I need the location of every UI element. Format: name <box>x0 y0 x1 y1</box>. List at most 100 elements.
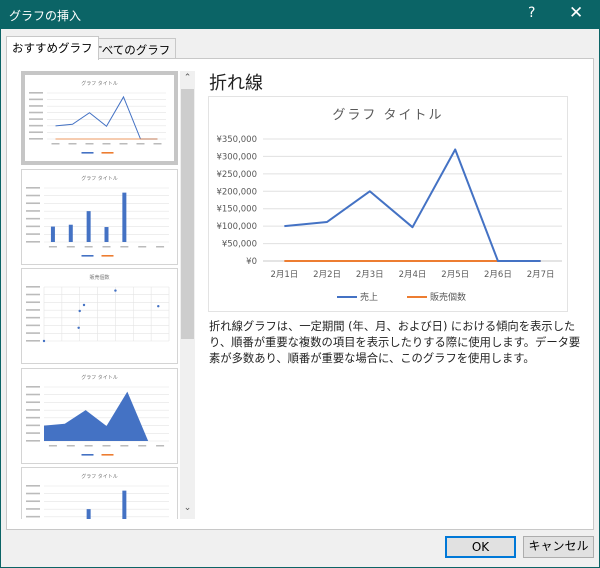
thumb-x-label <box>84 246 93 248</box>
thumb-bar <box>104 227 109 242</box>
thumb-bar <box>68 224 73 242</box>
thumb-tick-label <box>26 241 40 243</box>
tab-panel: グラフ タイトル グラフ タイトル 販売個数 グラフ タイトル グラフ タイトル ⌃ ⌄… <box>6 58 594 530</box>
chart-thumbnail-line[interactable]: グラフ タイトル <box>21 71 178 165</box>
thumb-bar <box>86 211 91 242</box>
chart-title: グラフ タイトル <box>332 108 443 123</box>
thumbnail-chart: グラフ タイトル <box>26 473 169 519</box>
thumb-tick-label <box>26 194 40 197</box>
y-tick-label: ¥150,000 <box>216 205 257 215</box>
thumb-tick-label <box>26 515 40 518</box>
thumb-x-label <box>156 445 165 447</box>
thumb-tick-label <box>26 332 40 334</box>
scroll-down-button[interactable]: ⌄ <box>180 503 195 519</box>
y-tick-label: ¥200,000 <box>216 187 257 197</box>
thumb-bar <box>122 490 127 519</box>
thumb-tick-label <box>26 401 40 404</box>
x-tick-label: 2月6日 <box>484 270 512 280</box>
thumb-x-label <box>156 246 165 248</box>
thumb-legend <box>81 255 94 257</box>
y-tick-label: ¥100,000 <box>216 222 257 232</box>
thumbnail-title: 販売個数 <box>89 274 109 281</box>
series-line-0 <box>284 148 541 262</box>
x-tick-label: 2月5日 <box>441 270 469 280</box>
close-button[interactable]: ✕ <box>569 3 583 23</box>
y-tick-label: ¥300,000 <box>216 152 257 162</box>
thumb-tick-label <box>26 286 40 288</box>
thumb-tick-label <box>29 105 43 107</box>
scrollbar[interactable]: ⌃ ⌄ <box>180 71 195 519</box>
thumb-x-label <box>120 246 129 248</box>
thumb-tick-label <box>26 424 40 427</box>
thumb-x-label <box>48 246 57 248</box>
help-button[interactable]: ? <box>528 5 535 21</box>
thumb-x-label <box>138 445 147 447</box>
thumb-legend <box>81 152 94 154</box>
scrollbar-thumb[interactable] <box>181 89 194 339</box>
x-tick-label: 2月4日 <box>399 270 427 280</box>
thumb-tick-label <box>26 202 40 205</box>
y-tick-label: ¥50,000 <box>222 240 257 250</box>
thumb-x-label <box>153 143 162 145</box>
thumbnail-chart: グラフ タイトル <box>26 374 169 456</box>
thumbnail-title: グラフ タイトル <box>81 80 118 87</box>
tab-recommended[interactable]: おすすめグラフ <box>6 36 99 60</box>
thumb-tick-label <box>29 111 43 114</box>
thumb-legend <box>101 454 114 456</box>
chart-thumbnail-area[interactable]: グラフ タイトル <box>21 368 178 464</box>
title-bar: グラフの挿入 ? ✕ <box>0 0 600 29</box>
thumb-legend <box>101 152 114 154</box>
thumb-tick-label <box>29 98 43 101</box>
chart-type-heading: 折れ線 <box>209 73 263 94</box>
chart-thumbnail-scatter[interactable]: 販売個数 <box>21 268 178 364</box>
thumb-tick-label <box>29 92 43 94</box>
thumb-bar <box>122 192 127 242</box>
y-tick-label: ¥0 <box>246 257 257 267</box>
thumb-tick-label <box>26 293 40 296</box>
thumbnail-chart: グラフ タイトル <box>26 175 169 257</box>
thumb-tick-label <box>26 225 40 228</box>
thumb-x-label <box>120 445 129 447</box>
thumb-x-label <box>102 246 111 248</box>
cancel-button[interactable]: キャンセル <box>523 536 594 558</box>
thumb-tick-label <box>29 138 43 140</box>
thumb-x-label <box>68 143 77 145</box>
thumbnail-chart: グラフ タイトル <box>29 80 166 154</box>
thumb-x-label <box>48 445 57 447</box>
x-tick-label: 2月1日 <box>270 270 298 280</box>
chart-preview: グラフ タイトル ¥0 ¥50,000 ¥100,000 ¥150,000 ¥200,00… <box>208 96 568 312</box>
chart-thumbnail-column[interactable]: グラフ タイトル <box>21 467 178 519</box>
thumb-tick-label <box>26 217 40 220</box>
legend-label: 販売個数 <box>430 291 466 303</box>
thumb-tick-label <box>26 492 40 495</box>
thumb-tick-label <box>26 432 40 434</box>
thumb-tick-label <box>26 409 40 411</box>
x-tick-label: 2月2日 <box>313 270 341 280</box>
thumb-tick-label <box>29 124 43 127</box>
thumb-x-label <box>119 143 128 145</box>
thumb-tick-label <box>26 500 40 503</box>
thumb-tick-label <box>26 508 40 510</box>
y-tick-label: ¥250,000 <box>216 170 257 180</box>
scroll-up-button[interactable]: ⌃ <box>180 73 195 89</box>
x-tick-label: 2月3日 <box>356 270 384 280</box>
thumb-area <box>44 391 169 441</box>
thumb-tick-label <box>26 210 40 212</box>
thumbnail-title: グラフ タイトル <box>81 374 118 381</box>
thumb-x-label <box>136 143 145 145</box>
ok-button[interactable]: OK <box>445 536 516 558</box>
chart-thumbnail-clustered-column[interactable]: グラフ タイトル <box>21 169 178 265</box>
thumb-x-label <box>102 445 111 447</box>
thumb-bar <box>86 509 91 519</box>
thumb-bar <box>50 226 55 242</box>
thumb-tick-label <box>26 393 40 396</box>
thumb-tick-label <box>26 301 40 304</box>
thumb-tick-label <box>26 316 40 319</box>
thumb-point <box>157 305 160 308</box>
legend-label: 売上 <box>360 291 378 303</box>
thumb-point <box>77 326 80 329</box>
thumb-x-label <box>138 246 147 248</box>
thumb-x-label <box>102 143 111 145</box>
tab-all-charts[interactable]: すべてのグラフ <box>85 38 177 59</box>
thumbnail-title: グラフ タイトル <box>81 175 118 182</box>
